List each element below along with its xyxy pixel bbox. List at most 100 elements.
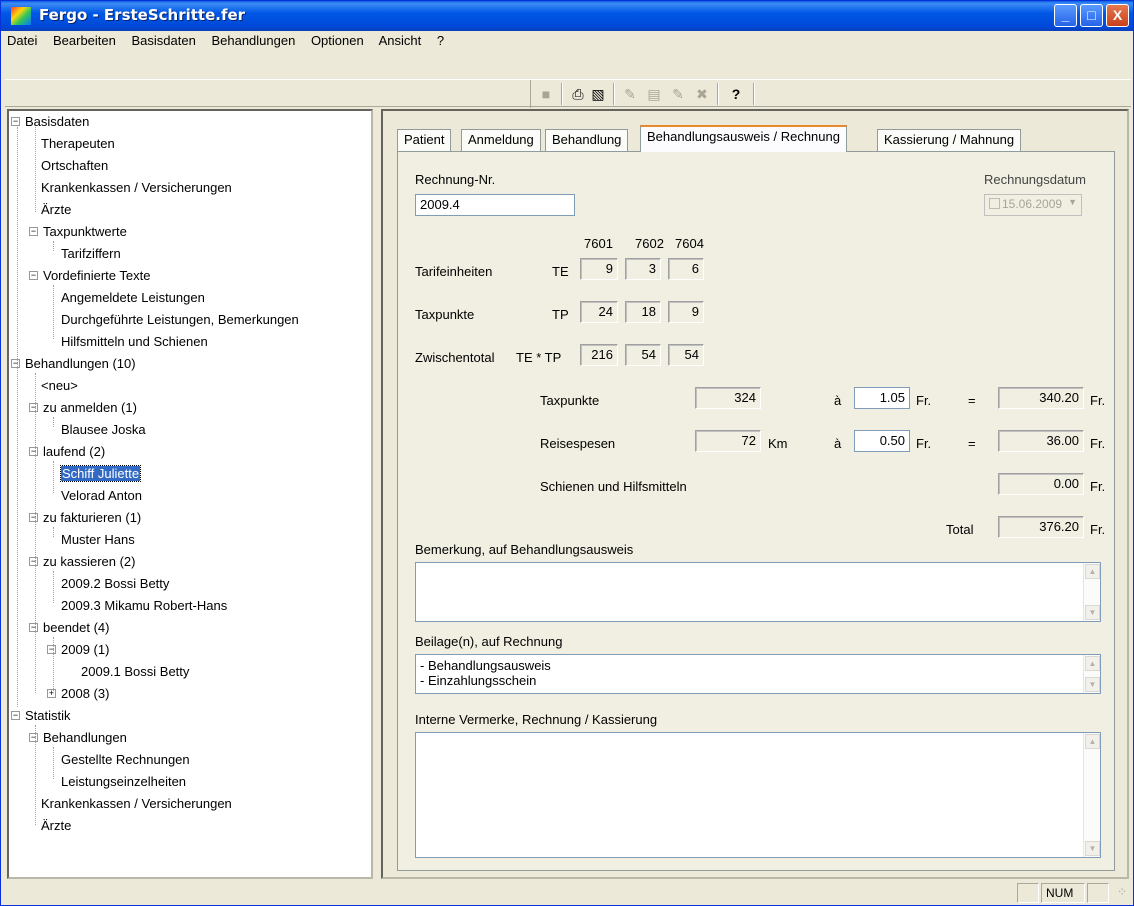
bemerkung-textarea[interactable]: ▲ ▼ [415, 562, 1101, 622]
rechnungsdatum-picker[interactable]: 15.06.2009 ▼ [984, 194, 1082, 216]
tree-angemeldete-leistungen[interactable]: Angemeldete Leistungen [61, 289, 205, 307]
tree-laufend[interactable]: − laufend (2) [29, 443, 105, 461]
tree-beendet-2008[interactable]: +2008 (3) [47, 685, 109, 703]
tree-velorad-anton[interactable]: Velorad Anton [61, 487, 142, 505]
tree-zu-anmelden[interactable]: − zu anmelden (1) [29, 399, 137, 417]
tree-blausee-joska[interactable]: Blausee Joska [61, 421, 146, 439]
tab-behandlungsausweis-rechnung[interactable]: Behandlungsausweis / Rechnung [640, 125, 847, 152]
menu-optionen[interactable]: Optionen [311, 33, 364, 48]
tree-stat-krankenkassen[interactable]: Krankenkassen / Versicherungen [41, 795, 232, 813]
tree-muster-hans[interactable]: Muster Hans [61, 531, 135, 549]
tree-hilfsmitteln[interactable]: Hilfsmitteln und Schienen [61, 333, 208, 351]
minimize-button[interactable]: _ [1054, 4, 1077, 27]
tp-7604: 9 [668, 301, 704, 323]
save-icon[interactable]: ■ [537, 85, 555, 103]
scroll-up-icon[interactable]: ▲ [1085, 734, 1100, 749]
interne-vermerke-textarea[interactable]: ▲ ▼ [415, 732, 1101, 858]
tree-stat-behandlungen[interactable]: − Behandlungen [29, 729, 127, 747]
beilagen-textarea[interactable]: - Behandlungsausweis - Einzahlungsschein… [415, 654, 1101, 694]
scroll-down-icon[interactable]: ▼ [1085, 677, 1100, 692]
code-7604: 7604 [675, 236, 704, 251]
tab-patient[interactable]: Patient [397, 129, 452, 151]
te-label: TE [552, 264, 569, 279]
bemerkung-scrollbar[interactable]: ▲ ▼ [1083, 563, 1100, 621]
taxpunkt-rate-input[interactable]: 1.05 [854, 387, 910, 409]
navigation-tree[interactable]: − Basisdaten Therapeuten Ortschaften Kran… [7, 109, 373, 879]
toolbar: ■ ⎙ ▧ ✎ ▤ ✎ ✖ ? [5, 79, 1131, 108]
tree-vordefinierte-texte[interactable]: − Vordefinierte Texte [29, 267, 150, 285]
tree-taxpunktwerte[interactable]: − Taxpunktwerte [29, 223, 127, 241]
tree-mikamu[interactable]: 2009.3 Mikamu Robert-Hans [61, 597, 227, 615]
menu-ansicht[interactable]: Ansicht [379, 33, 422, 48]
tree-neu[interactable]: <neu> [41, 377, 78, 395]
status-bar: NUM ⁘ [5, 881, 1131, 905]
delete-record-icon[interactable]: ✖ [693, 85, 711, 103]
interne-vermerke-label: Interne Vermerke, Rechnung / Kassierung [415, 712, 658, 727]
dropdown-arrow-icon[interactable]: ▼ [1068, 197, 1077, 207]
copy-record-icon[interactable]: ▤ [645, 85, 663, 103]
interne-scrollbar[interactable]: ▲ ▼ [1083, 733, 1100, 857]
total-amount: 376.20 [998, 516, 1084, 538]
tree-therapeuten[interactable]: Therapeuten [41, 135, 115, 153]
tree-stat-aerzte[interactable]: Ärzte [41, 817, 71, 835]
reisespesen-rate-input[interactable]: 0.50 [854, 430, 910, 452]
scroll-up-icon[interactable]: ▲ [1085, 656, 1100, 671]
app-icon [11, 7, 31, 25]
tree-zu-fakturieren[interactable]: − zu fakturieren (1) [29, 509, 141, 527]
code-7602: 7602 [635, 236, 664, 251]
menu-datei[interactable]: Datei [7, 33, 37, 48]
title-bar[interactable]: Fergo - ErsteSchritte.fer _ □ X [1, 1, 1133, 31]
scroll-down-icon[interactable]: ▼ [1085, 605, 1100, 620]
tree-ortschaften[interactable]: Ortschaften [41, 157, 108, 175]
tree-statistik[interactable]: − Statistik [11, 707, 71, 725]
tree-behandlungen[interactable]: − Behandlungen (10) [11, 355, 136, 373]
menu-help[interactable]: ? [437, 33, 444, 48]
tab-kassierung-mahnung[interactable]: Kassierung / Mahnung [877, 129, 1022, 151]
menu-basisdaten[interactable]: Basisdaten [132, 33, 196, 48]
tp-7601: 24 [580, 301, 618, 323]
new-record-icon[interactable]: ✎ [621, 85, 639, 103]
rechnung-nr-input[interactable]: 2009.4 [415, 194, 575, 216]
tree-aerzte[interactable]: Ärzte [41, 201, 71, 219]
scroll-up-icon[interactable]: ▲ [1085, 564, 1100, 579]
beilage-line: - Einzahlungsschein [420, 673, 537, 688]
tree-schiff-juliette[interactable]: Schiff Juliette [59, 465, 142, 483]
zt-7602: 54 [625, 344, 661, 366]
tree-bossi-betty-1[interactable]: 2009.1 Bossi Betty [81, 663, 189, 681]
tab-anmeldung[interactable]: Anmeldung [461, 129, 541, 151]
rechnung-nr-label: Rechnung-Nr. [415, 172, 496, 187]
tree-gestellte-rechnungen[interactable]: Gestellte Rechnungen [61, 751, 190, 769]
tree-krankenkassen[interactable]: Krankenkassen / Versicherungen [41, 179, 232, 197]
tree-beendet-2009[interactable]: −2009 (1) [47, 641, 109, 659]
scroll-down-icon[interactable]: ▼ [1085, 841, 1100, 856]
close-button[interactable]: X [1106, 4, 1129, 27]
date-checkbox[interactable] [989, 198, 1000, 209]
reisespesen-amount: 36.00 [998, 430, 1084, 452]
taxpunkte-label: Taxpunkte [415, 307, 475, 322]
beilagen-scrollbar[interactable]: ▲ ▼ [1083, 655, 1100, 693]
print-preview-icon[interactable]: ▧ [589, 85, 607, 103]
toolbar-group: ■ ⎙ ▧ ✎ ▤ ✎ ✖ ? [530, 80, 810, 108]
menu-behandlungen[interactable]: Behandlungen [211, 33, 295, 48]
zt-7604: 54 [668, 344, 704, 366]
resize-grip-icon[interactable]: ⁘ [1117, 885, 1127, 899]
status-panel-blank-2 [1087, 883, 1109, 903]
beilage-line: - Behandlungsausweis [420, 658, 551, 673]
help-icon[interactable]: ? [727, 85, 745, 103]
tree-beendet[interactable]: − beendet (4) [29, 619, 110, 637]
tree-basisdaten[interactable]: − Basisdaten [11, 113, 89, 131]
bemerkung-label: Bemerkung, auf Behandlungsausweis [415, 542, 634, 557]
application-window: Fergo - ErsteSchritte.fer _ □ X Datei Be… [0, 0, 1134, 906]
menu-bearbeiten[interactable]: Bearbeiten [53, 33, 116, 48]
tree-bossi-betty-2[interactable]: 2009.2 Bossi Betty [61, 575, 169, 593]
tree-zu-kassieren[interactable]: − zu kassieren (2) [29, 553, 135, 571]
edit-record-icon[interactable]: ✎ [669, 85, 687, 103]
tree-tarifziffern[interactable]: Tarifziffern [61, 245, 121, 263]
tab-behandlung[interactable]: Behandlung [545, 129, 629, 151]
tree-leistungseinzelheiten[interactable]: Leistungseinzelheiten [61, 773, 186, 791]
eq-label-tp: = [968, 393, 976, 408]
tree-durchgefuehrte-leistungen[interactable]: Durchgeführte Leistungen, Bemerkungen [61, 311, 299, 329]
te-7601: 9 [580, 258, 618, 280]
print-icon[interactable]: ⎙ [569, 85, 587, 103]
maximize-button[interactable]: □ [1080, 4, 1103, 27]
